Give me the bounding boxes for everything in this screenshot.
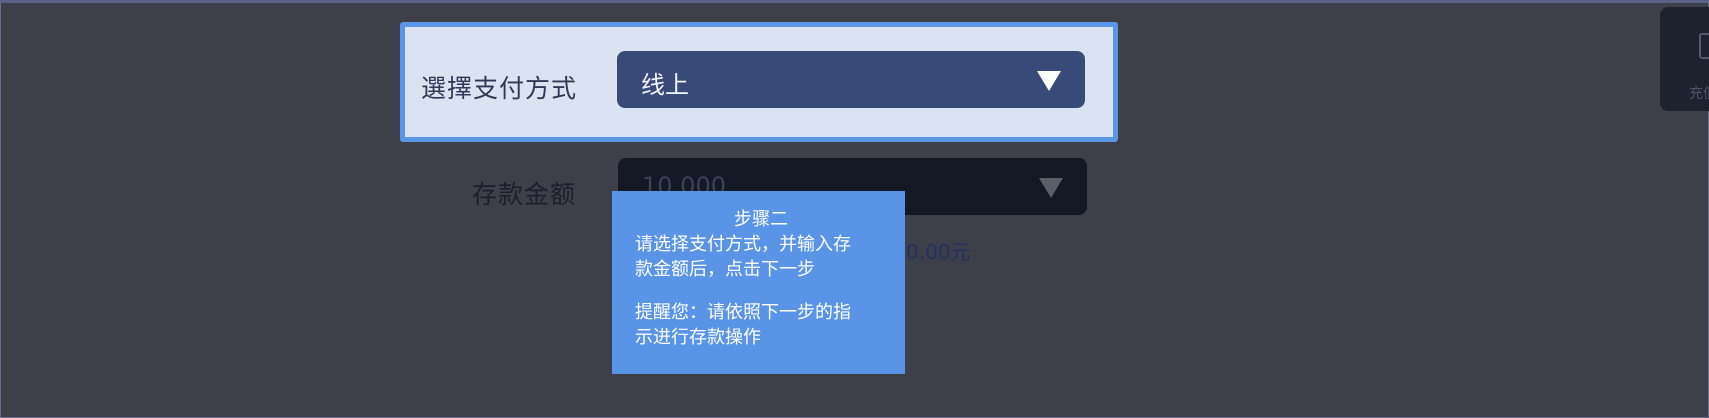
tooltip-title: 步骤二 [734,209,788,230]
side-widget[interactable]: 充值 [1660,7,1709,111]
wallet-icon [1699,33,1709,59]
tooltip-text-line: 请选择支付方式，并输入存 [635,234,851,255]
payment-method-row: 選擇支付方式 线上 [400,22,1118,142]
page-overlay: 充值 選擇支付方式 线上 存款金额 10,000 0.00元 步骤二 请选择支付… [0,0,1709,418]
deposit-amount-hint: 0.00元 [906,240,971,264]
caret-down-icon [1039,178,1063,198]
tooltip-text-line: 提醒您：请依照下一步的指 [635,302,851,323]
side-widget-label: 充值 [1689,86,1709,102]
tour-tooltip: 步骤二 请选择支付方式，并输入存 款金额后，点击下一步 提醒您：请依照下一步的指… [612,191,905,374]
tooltip-text-line: 示进行存款操作 [635,327,761,348]
deposit-amount-label: 存款金额 [472,180,577,209]
caret-down-icon [1037,71,1061,91]
tooltip-text-line: 款金额后，点击下一步 [635,259,815,280]
tooltip-spacer [635,282,887,300]
payment-method-value: 线上 [641,71,689,99]
payment-method-label: 選擇支付方式 [421,74,578,103]
payment-method-select[interactable]: 线上 [617,51,1085,108]
